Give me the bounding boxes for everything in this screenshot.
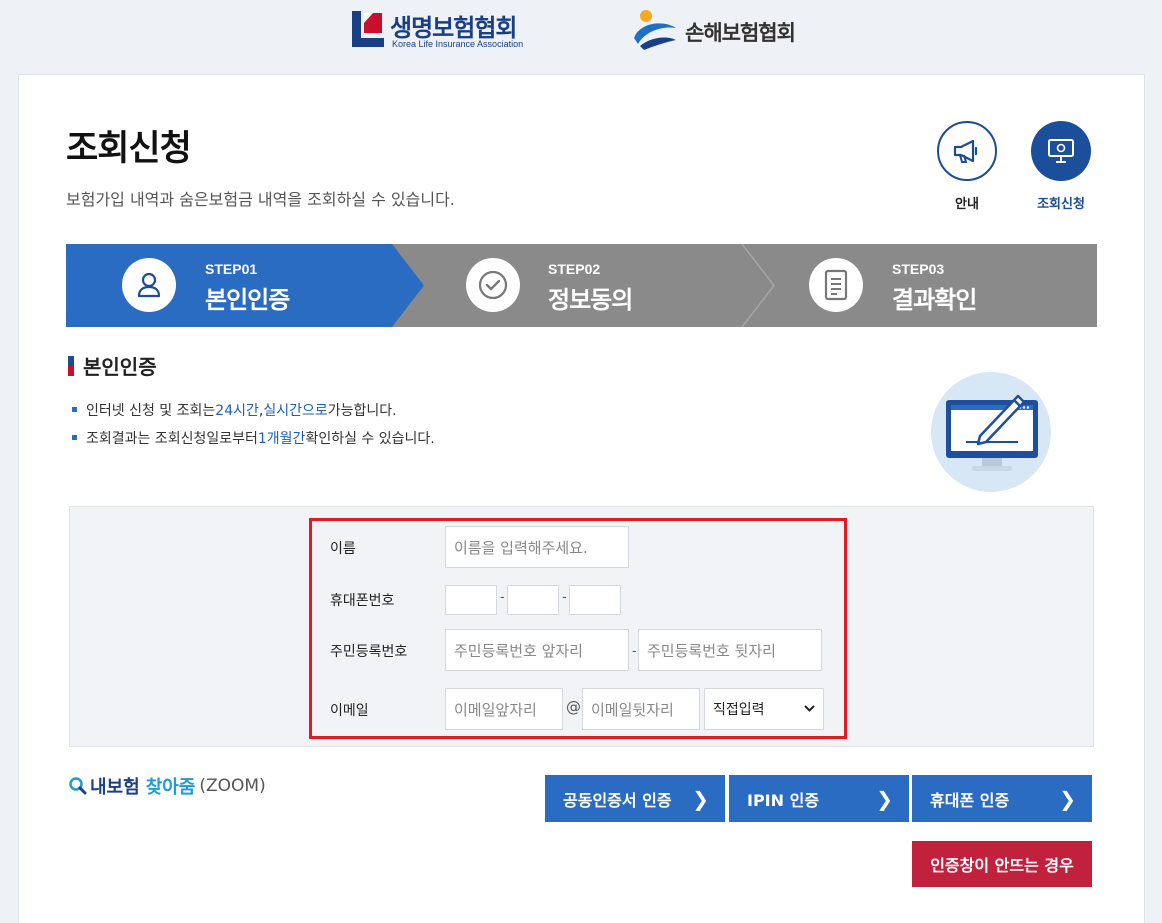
notice-item-2: 조회결과는 조회신청일로부터 1개월간 확인하실 수 있습니다. [72,428,435,456]
chevron-right-icon: ❯ [1059,786,1076,811]
email-domain-select[interactable]: 직접입력 [704,688,824,730]
rrn-back-input[interactable]: 주민등록번호 뒷자리 [638,629,822,671]
notice-2-b: 1개월간 [257,431,306,447]
rrn-front-input[interactable]: 주민등록번호 앞자리 [445,629,629,671]
notice-button[interactable]: 안내 [932,121,1002,212]
gnia-title: 손해보험협회 [685,21,796,45]
step-1-icon-wrap [122,258,176,312]
phone-label: 휴대폰번호 [330,593,395,609]
inquiry-label: 조회신청 [1037,197,1085,212]
step-1-number: STEP01 [205,261,258,277]
cert-auth-label: 공동인증서 인증 [563,790,672,810]
email-front-input[interactable]: 이메일앞자리 [445,688,563,730]
check-circle-icon [478,270,508,300]
step-progress: STEP01 본인인증 STEP02 정보동의 STEP03 결과확인 [66,244,1097,327]
chevron-right-icon: ❯ [692,786,709,811]
rrn-label: 주민등록번호 [330,644,408,660]
auth-window-help-button[interactable]: 인증창이 안뜨는 경우 [912,841,1092,887]
step-2-icon-wrap [466,258,520,312]
phone-separator-2: - [562,590,567,605]
klia-subtitle: Korea Life Insurance Association [392,39,524,49]
step-3-name: 결과확인 [892,286,977,314]
ipin-auth-button[interactable]: IPIN 인증 ❯ [729,775,909,822]
section-title-text: 본인인증 [83,355,157,379]
notice-1-d: 실시간으로 [263,403,328,419]
notice-2-a: 조회결과는 조회신청일로부터 [86,431,258,447]
notice-1-b: 24시간 [215,403,259,419]
phone-separator-1: - [500,590,505,605]
notice-2-c: 확인하실 수 있습니다. [305,431,435,447]
user-icon [137,272,161,298]
zoom-text-3: (ZOOM) [199,776,266,796]
document-icon [824,269,848,301]
bullet-icon [72,435,77,440]
email-label: 이메일 [330,703,369,719]
step-3-icon-wrap [809,258,863,312]
email-at-sign: @ [566,698,581,716]
cert-auth-button[interactable]: 공동인증서 인증 ❯ [545,775,725,822]
gnia-logo[interactable]: 손해보험협회 [630,8,830,52]
name-input[interactable]: 이름을 입력해주세요. [445,526,629,568]
inquiry-button[interactable]: 조회신청 [1026,121,1096,212]
notice-1-a: 인터넷 신청 및 조회는 [86,403,216,419]
bullet-icon [72,407,77,412]
notice-label: 안내 [955,197,979,212]
step-3-number: STEP03 [892,261,945,277]
chevron-right-icon: ❯ [876,786,893,811]
phone-part-2-input[interactable] [507,585,559,615]
notice-circle [937,121,997,181]
step-2-name: 정보동의 [548,286,633,314]
ipin-auth-label: IPIN 인증 [747,790,820,810]
phone-auth-label: 휴대폰 인증 [930,790,1010,810]
zoom-link[interactable]: 내보험 찾아줌 (ZOOM) [68,773,266,799]
klia-title: 생명보험협회 [390,14,517,42]
notice-1-e: 가능합니다. [327,403,397,419]
chevron-down-icon [804,705,815,712]
section-title-mark [68,355,74,376]
klia-logo[interactable]: 생명보험협회 Korea Life Insurance Association [352,8,552,52]
phone-auth-button[interactable]: 휴대폰 인증 ❯ [912,775,1092,822]
monitor-search-icon [1048,139,1074,163]
step-1-name: 본인인증 [205,286,290,314]
page-description: 보험가입 내역과 숨은보험금 내역을 조회하실 수 있습니다. [66,190,455,209]
header-logo-bar: 생명보험협회 Korea Life Insurance Association … [0,0,1162,74]
inquiry-circle [1031,121,1091,181]
page-title: 조회신청 [66,129,192,169]
zoom-text-2: 찾아줌 [145,777,196,798]
rrn-separator: - [632,644,637,659]
phone-part-3-input[interactable] [569,585,621,615]
gnia-logo-mark [634,10,676,50]
email-domain-value: 직접입력 [713,702,765,718]
megaphone-icon [953,139,978,163]
zoom-text-1: 내보험 [90,777,140,798]
computer-illustration [931,372,1051,492]
section-title: 본인인증 [68,351,157,380]
step-2-number: STEP02 [548,261,601,277]
klia-logo-mark [352,11,384,47]
notice-item-1: 인터넷 신청 및 조회는 24시간 , 실시간으로 가능합니다. [72,400,435,428]
magnifier-icon [69,777,87,795]
notice-list: 인터넷 신청 및 조회는 24시간 , 실시간으로 가능합니다. 조회결과는 조… [72,400,435,456]
name-label: 이름 [330,541,356,557]
phone-part-1-input[interactable] [445,585,497,615]
email-back-input[interactable]: 이메일뒷자리 [582,688,700,730]
